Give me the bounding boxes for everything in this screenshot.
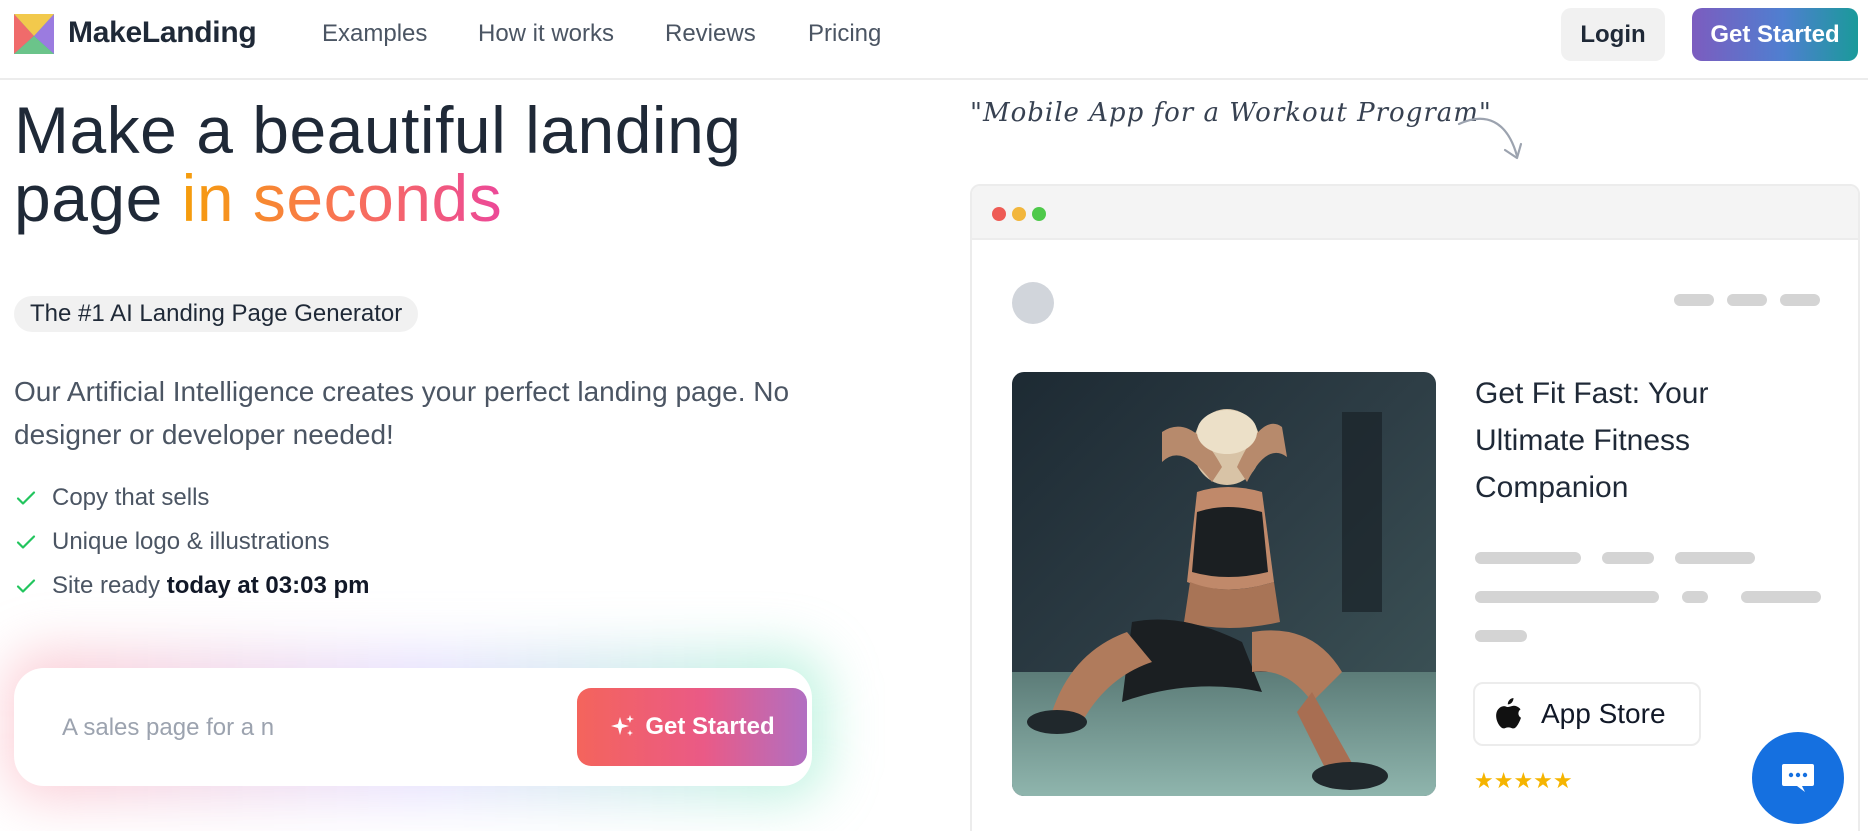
browser-bar: [972, 186, 1858, 240]
brand-name[interactable]: MakeLanding: [68, 16, 257, 50]
tagline-badge: The #1 AI Landing Page Generator: [14, 296, 419, 332]
feature-text: Unique logo & illustrations: [52, 528, 330, 555]
mock-text-placeholder: [1475, 552, 1581, 564]
top-nav: MakeLanding Examples How it works Review…: [0, 0, 1868, 80]
app-store-label: App Store: [1541, 698, 1666, 729]
feature-item: Site ready today at 03:03 pm: [14, 564, 369, 608]
nav-link-how-it-works[interactable]: How it works: [478, 20, 614, 48]
window-minimize-dot: [1012, 207, 1026, 221]
makelanding-logo-icon[interactable]: [14, 14, 54, 54]
mock-nav-placeholder: [1780, 294, 1820, 306]
curved-arrow-icon: [1457, 117, 1523, 160]
feature-text: Copy that sells: [52, 484, 210, 511]
hero-get-started-button[interactable]: Get Started: [577, 688, 807, 766]
check-icon: [16, 491, 36, 505]
nav-link-examples[interactable]: Examples: [322, 20, 427, 48]
window-close-dot: [992, 207, 1006, 221]
nav-link-pricing[interactable]: Pricing: [808, 20, 881, 48]
chat-widget-button[interactable]: [1752, 732, 1844, 824]
nav-link-reviews[interactable]: Reviews: [665, 20, 756, 48]
mock-text-placeholder: [1675, 552, 1755, 564]
mock-hero-heading: Get Fit Fast: Your Ultimate Fitness Comp…: [1475, 377, 1709, 504]
apple-icon: [1496, 698, 1521, 729]
hero-title: Make a beautiful landing page in seconds: [14, 96, 834, 232]
feature-item: Copy that sells: [14, 476, 369, 520]
feature-item: Unique logo & illustrations: [14, 520, 369, 564]
feature-list: Copy that sells Unique logo & illustrati…: [14, 476, 369, 608]
hero-title-highlight: in seconds: [181, 161, 503, 235]
browser-preview: Get Fit Fast: Your Ultimate Fitness Comp…: [970, 184, 1860, 831]
mock-text-placeholder: [1602, 552, 1654, 564]
mock-text-placeholder: [1741, 591, 1821, 603]
chat-icon: [1782, 764, 1814, 792]
login-button[interactable]: Login: [1561, 8, 1665, 61]
hero-description: Our Artificial Intelligence creates your…: [14, 376, 790, 450]
mock-text-placeholder: [1475, 591, 1659, 603]
workout-photo: [1012, 372, 1436, 796]
feature-text: Site ready: [52, 572, 167, 599]
check-icon: [16, 579, 36, 593]
sparkle-icon: [611, 715, 635, 736]
prompt-card: Get Started: [14, 668, 812, 786]
cta-label: Get Started: [645, 713, 775, 740]
prompt-input[interactable]: [62, 706, 512, 750]
mock-nav-placeholder: [1674, 294, 1714, 306]
prompt-note: "Mobile App for a Workout Program": [970, 98, 1492, 128]
ready-time: today at 03:03 pm: [166, 572, 370, 599]
mock-logo-placeholder: [1012, 282, 1054, 324]
check-icon: [16, 535, 36, 549]
nav-get-started-button[interactable]: Get Started: [1692, 8, 1858, 61]
mock-nav-placeholder: [1727, 294, 1767, 306]
mock-text-placeholder: [1475, 630, 1527, 642]
window-maximize-dot: [1032, 207, 1046, 221]
rating-stars: ★★★★★: [1474, 768, 1573, 793]
app-store-badge: App Store: [1473, 682, 1701, 746]
mock-text-placeholder: [1682, 591, 1708, 603]
